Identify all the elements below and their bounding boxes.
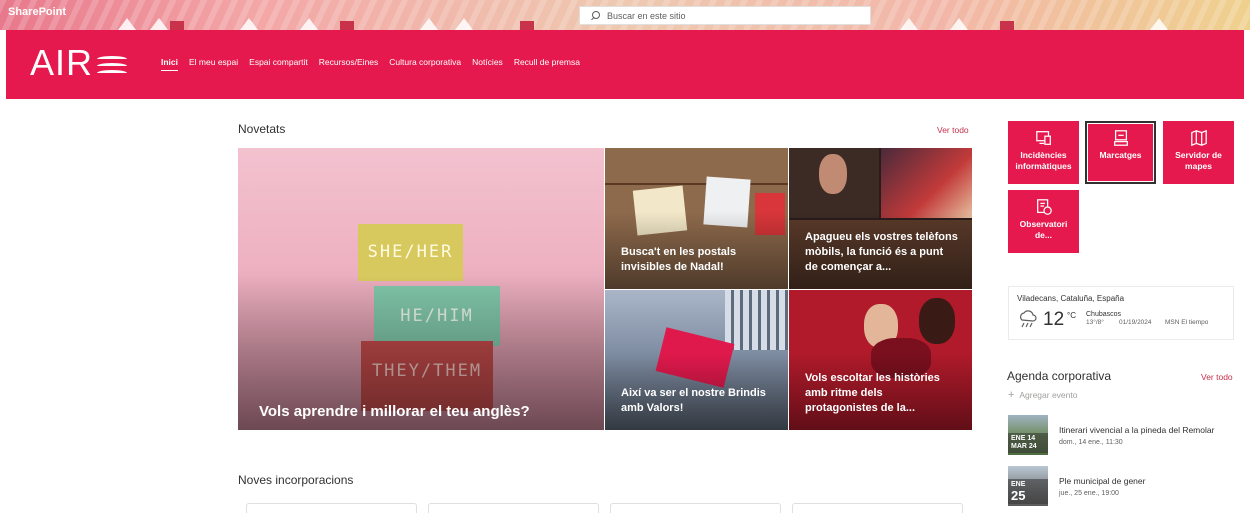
- decoration: [520, 21, 534, 30]
- site-logo[interactable]: AIR: [30, 42, 128, 83]
- decoration: [420, 18, 438, 30]
- nav-item-el-meu-espai[interactable]: El meu espai: [189, 57, 238, 71]
- noves-incorporacions-title: Noves incorporacions: [238, 473, 354, 487]
- weather-location: Viladecans, Cataluña, España: [1017, 294, 1125, 303]
- quick-link-label: Incidències informàtiques: [1015, 150, 1072, 171]
- person-card[interactable]: [246, 503, 417, 513]
- image-detail: [755, 193, 785, 235]
- she-her-block: SHE/HER: [358, 224, 463, 281]
- news-tile-postals[interactable]: Busca't en les postals invisibles de Nad…: [605, 148, 788, 289]
- quick-link-label: Servidor de mapes: [1175, 150, 1222, 171]
- quick-link-label: Observatori de...: [1019, 219, 1068, 240]
- quick-link-marcatges[interactable]: Marcatges: [1085, 121, 1156, 184]
- image-detail: [703, 176, 751, 228]
- image-detail: [655, 327, 735, 388]
- event-date-badge: ENE 14 MAR 24: [1008, 433, 1048, 453]
- novetats-see-all-link[interactable]: Ver todo: [937, 125, 969, 135]
- news-tile-caption: Així va ser el nostre Brindis amb Valors…: [621, 387, 766, 414]
- weather-condition: Chubascos: [1086, 311, 1122, 318]
- news-tile-caption: Vols aprendre i millorar el teu anglès?: [259, 403, 530, 420]
- person-card[interactable]: [610, 503, 781, 513]
- news-tile-valors[interactable]: Així va ser el nostre Brindis amb Valors…: [605, 290, 788, 430]
- decoration: [1000, 21, 1014, 30]
- weather-source-link[interactable]: MSN El tiempo: [1165, 319, 1208, 326]
- nav-item-recull-de-premsa[interactable]: Recull de premsa: [514, 57, 580, 71]
- map-icon: [1190, 129, 1207, 147]
- plus-icon: +: [1008, 389, 1015, 401]
- search-placeholder: Buscar en este sitio: [607, 10, 686, 21]
- search-icon: [590, 10, 600, 21]
- nav-item-inici[interactable]: Inici: [161, 57, 179, 71]
- weather-date: 01/19/2024: [1119, 319, 1152, 326]
- top-navigation: Inici El meu espai Espai compartit Recur…: [161, 57, 591, 71]
- decoration: [150, 18, 168, 30]
- logo-text: AIR: [30, 42, 94, 83]
- novetats-title: Novetats: [238, 122, 286, 136]
- suite-bar: SharePoint Buscar en este sitio: [0, 0, 1250, 30]
- event-time: dom., 14 ene., 11:30: [1059, 439, 1123, 446]
- news-tile-phones[interactable]: Apagueu els vostres telèfons mòbils, la …: [789, 148, 972, 289]
- decoration: [340, 21, 354, 30]
- nav-item-espai-compartit[interactable]: Espai compartit: [249, 57, 308, 71]
- image-detail: [632, 185, 688, 236]
- image-detail: [789, 148, 879, 218]
- decoration: [118, 18, 136, 30]
- event-item[interactable]: ENE 25 Ple municipal de gener jue., 25 e…: [1008, 466, 1238, 506]
- decoration: [170, 21, 184, 30]
- event-day: 25: [1011, 488, 1026, 503]
- quick-link-servidor-mapes[interactable]: Servidor de mapes: [1163, 121, 1234, 184]
- event-item[interactable]: ENE 14 MAR 24 Itinerari vivencial a la p…: [1008, 415, 1238, 455]
- quick-link-observatori[interactable]: Observatori de...: [1008, 190, 1079, 253]
- app-name[interactable]: SharePoint: [8, 6, 66, 18]
- news-tile-caption: Apagueu els vostres telèfons mòbils, la …: [805, 231, 958, 273]
- add-event-label: Agregar evento: [1019, 390, 1078, 400]
- nav-item-noticies[interactable]: Notícies: [472, 57, 503, 71]
- rain-cloud-icon: [1020, 310, 1037, 328]
- news-tile-caption: Vols escoltar les històries amb ritme de…: [805, 372, 940, 414]
- quick-link-label: Marcatges: [1099, 150, 1142, 160]
- event-date-end: MAR 24: [1011, 443, 1037, 450]
- event-time: jue., 25 ene., 19:00: [1059, 490, 1119, 497]
- weather-widget[interactable]: Viladecans, Cataluña, España 12 °C Chuba…: [1008, 286, 1234, 340]
- agenda-title: Agenda corporativa: [1007, 369, 1112, 383]
- report-icon: [1036, 199, 1052, 215]
- image-detail: [919, 298, 955, 344]
- person-card[interactable]: [428, 503, 599, 513]
- agenda-see-all-link[interactable]: Ver todo: [1201, 372, 1233, 382]
- devices-icon: [1035, 131, 1051, 145]
- weather-temperature: 12: [1043, 309, 1065, 330]
- logo-waves-icon: [97, 50, 128, 76]
- decoration: [900, 18, 918, 30]
- news-tile-main[interactable]: SHE/HER HE/HIM THEY/THEM Vols aprendre i…: [238, 148, 604, 430]
- event-date-badge: ENE 25: [1008, 479, 1048, 504]
- decoration: [1150, 18, 1168, 30]
- decoration: [455, 18, 473, 30]
- nav-item-recursos-eines[interactable]: Recursos/Eines: [319, 57, 379, 71]
- decoration: [950, 18, 968, 30]
- weather-range: 13°/8°: [1086, 319, 1104, 326]
- add-event-button[interactable]: + Agregar evento: [1008, 389, 1077, 401]
- computer-icon: [1113, 130, 1128, 146]
- news-tile-caption: Busca't en les postals invisibles de Nad…: [621, 246, 737, 273]
- person-card[interactable]: [792, 503, 963, 513]
- event-month: ENE: [1011, 481, 1026, 488]
- quick-link-incidencies[interactable]: Incidències informàtiques: [1008, 121, 1079, 184]
- nav-item-cultura-corporativa[interactable]: Cultura corporativa: [389, 57, 461, 71]
- decoration: [300, 18, 318, 30]
- event-title: Itinerari vivencial a la pineda del Remo…: [1059, 425, 1215, 435]
- he-him-block: HE/HIM: [374, 286, 500, 346]
- weather-unit: °C: [1067, 311, 1076, 320]
- news-tile-historias[interactable]: Vols escoltar les històries amb ritme de…: [789, 290, 972, 430]
- they-them-block: THEY/THEM: [361, 341, 493, 411]
- event-date-start: ENE 14: [1011, 435, 1036, 442]
- event-title: Ple municipal de gener: [1059, 476, 1146, 486]
- decoration: [240, 18, 258, 30]
- image-detail: [605, 183, 788, 185]
- site-header: AIR Inici El meu espai Espai compartit R…: [6, 30, 1244, 99]
- image-detail: [881, 148, 972, 218]
- image-detail: [725, 290, 788, 350]
- search-input[interactable]: Buscar en este sitio: [579, 6, 871, 25]
